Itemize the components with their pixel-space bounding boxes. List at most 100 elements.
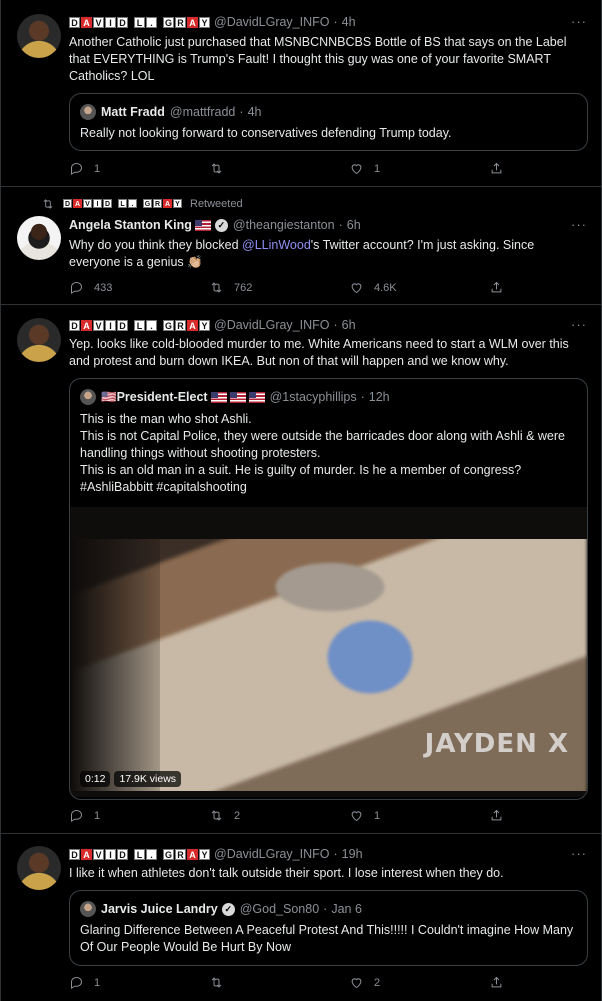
like-button[interactable]: 4.6K (349, 280, 459, 295)
share-button[interactable] (489, 280, 509, 295)
name-letter: R (175, 848, 186, 860)
share-icon (491, 281, 502, 293)
retweet-button[interactable] (209, 161, 319, 176)
heart-icon (351, 978, 362, 989)
name-letter: Y (173, 198, 182, 208)
quoted-tweet[interactable]: Jarvis Juice Landry ✓ @God_Son80 · Jan 6… (69, 890, 588, 966)
more-options-icon[interactable]: ··· (571, 846, 587, 861)
quoted-author-name: Matt Fradd (101, 105, 165, 119)
author-name[interactable]: DAVIDL.GRAY (69, 319, 210, 331)
us-flag-icon (194, 219, 211, 231)
share-icon (491, 976, 502, 988)
avatar[interactable] (17, 216, 61, 260)
quoted-tweet-text: This is the man who shot Ashli. This is … (80, 412, 565, 494)
name-letter: D (69, 848, 80, 860)
share-button[interactable] (489, 975, 509, 990)
author-handle[interactable]: @DavidLGray_INFO (214, 318, 330, 332)
avatar[interactable] (17, 846, 61, 890)
more-options-icon[interactable]: ··· (571, 317, 587, 332)
tweet-actions: 1 2 (69, 975, 509, 990)
name-letter: V (93, 16, 104, 28)
like-button[interactable]: 1 (349, 808, 459, 823)
tweet-time[interactable]: 6h (342, 318, 356, 332)
more-options-icon[interactable]: ··· (571, 217, 587, 232)
tweet-actions: 433 762 4.6K (69, 280, 509, 295)
mention-link[interactable]: @LLinWood (242, 238, 311, 252)
tweet[interactable]: DAVIDL.GRAY @DavidLGray_INFO · 6h ··· Ye… (1, 305, 601, 834)
share-button[interactable] (489, 161, 509, 176)
reply-count: 1 (94, 809, 101, 822)
reply-button[interactable]: 1 (69, 808, 179, 823)
tweet-text: Why do you think they blocked @LLinWood'… (69, 238, 535, 269)
author-name[interactable]: DAVIDL.GRAY (69, 16, 210, 28)
like-count: 2 (374, 976, 381, 989)
more-options-icon[interactable]: ··· (571, 14, 587, 29)
author-name[interactable]: DAVIDL.GRAY (69, 848, 210, 860)
name-letter: V (93, 319, 104, 331)
quoted-tweet-header: Matt Fradd @mattfradd · 4h (80, 104, 261, 120)
retweet-button[interactable]: 762 (209, 280, 319, 295)
like-button[interactable]: 2 (349, 975, 459, 990)
name-letter: R (153, 198, 162, 208)
reply-button[interactable]: 1 (69, 975, 179, 990)
tweet-time[interactable]: 4h (342, 15, 356, 29)
name-letter: G (163, 16, 174, 28)
retweeted-label: Retweeted (190, 198, 243, 210)
retweet-icon (43, 199, 53, 209)
heart-icon (351, 164, 362, 175)
share-button[interactable] (489, 808, 509, 823)
name-letter (129, 17, 133, 28)
author-handle[interactable]: @theangiestanton (233, 218, 335, 232)
like-count: 4.6K (374, 281, 397, 294)
tweet-actions: 1 2 1 (69, 808, 509, 823)
reply-icon (71, 281, 83, 295)
us-flag-icon (229, 391, 246, 403)
author-handle[interactable]: @DavidLGray_INFO (214, 15, 330, 29)
avatar[interactable] (17, 318, 61, 362)
name-letter: Y (199, 848, 210, 860)
name-letter: . (146, 848, 157, 860)
quoted-tweet[interactable]: 🇺🇸President-Elect @1stacyphillips · 12h … (69, 378, 588, 800)
retweet-button[interactable] (209, 975, 319, 990)
tweet-time[interactable]: 6h (347, 218, 361, 232)
avatar[interactable] (17, 14, 61, 58)
reply-count: 1 (94, 976, 101, 989)
us-flag-icon (248, 391, 265, 403)
like-count: 1 (374, 162, 381, 175)
quoted-author-handle: @God_Son80 (239, 902, 320, 916)
tweet-text: Yep. looks like cold-blooded murder to m… (69, 337, 569, 368)
reply-button[interactable]: 1 (69, 161, 179, 176)
name-letter (158, 849, 162, 860)
name-letter: Y (199, 319, 210, 331)
tweet[interactable]: DAVIDL.GRAY @DavidLGray_INFO · 4h ··· An… (1, 0, 601, 187)
author-handle[interactable]: @DavidLGray_INFO (214, 847, 330, 861)
tweet-time[interactable]: 19h (342, 847, 363, 861)
tweet[interactable]: DAVIDL.GRAY Retweeted Angela Stanton Kin… (1, 187, 601, 305)
quoted-tweet-time: 4h (247, 105, 262, 119)
name-letter (158, 320, 162, 331)
name-letter: I (105, 319, 116, 331)
like-button[interactable]: 1 (349, 161, 459, 176)
name-letter: Y (199, 16, 210, 28)
quoted-tweet[interactable]: Matt Fradd @mattfradd · 4h Really not lo… (69, 93, 588, 151)
name-letter: D (63, 198, 72, 208)
reply-button[interactable]: 433 (69, 280, 179, 295)
author-name[interactable]: Angela Stanton King (69, 218, 192, 232)
name-letter (158, 17, 162, 28)
reply-icon (71, 809, 83, 823)
name-letter (129, 320, 133, 331)
retweeter-name[interactable]: DAVIDL.GRAY (63, 198, 182, 210)
quoted-author-handle: @mattfradd (169, 105, 236, 119)
retweet-button[interactable]: 2 (209, 808, 319, 823)
tweet[interactable]: DAVIDL.GRAY @DavidLGray_INFO · 19h ··· I… (1, 834, 601, 1001)
name-letter: L (134, 16, 145, 28)
name-letter: G (163, 319, 174, 331)
name-letter: . (146, 16, 157, 28)
video-player[interactable]: JAYDEN X 0:12 17.9K views (70, 507, 587, 797)
share-icon (491, 809, 502, 821)
reply-count: 1 (94, 162, 101, 175)
quoted-author-name: 🇺🇸President-Elect (101, 389, 208, 404)
name-letter: G (143, 198, 152, 208)
name-letter (113, 199, 117, 210)
quoted-tweet-text: Glaring Difference Between A Peaceful Pr… (80, 923, 574, 954)
